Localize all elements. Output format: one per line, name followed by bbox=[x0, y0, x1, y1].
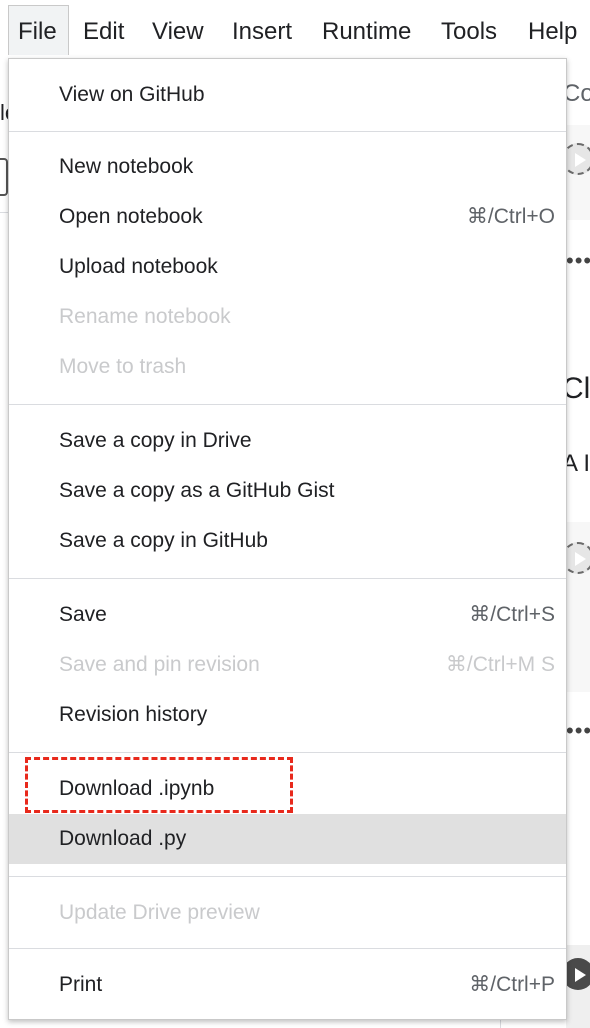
menu-item-download-ipynb[interactable]: Download .ipynb bbox=[9, 764, 566, 814]
menu-runtime[interactable]: Runtime bbox=[322, 18, 411, 46]
menu-item-save-copy-gist[interactable]: Save a copy as a GitHub Gist bbox=[9, 466, 566, 516]
menu-item-save-copy-github[interactable]: Save a copy in GitHub bbox=[9, 516, 566, 566]
play-icon bbox=[575, 968, 586, 982]
play-icon bbox=[575, 552, 586, 566]
menu-item-print[interactable]: Print ⌘/Ctrl+P bbox=[9, 960, 566, 1010]
menu-item-label: Download .py bbox=[59, 827, 187, 850]
content-fragment-top: Co bbox=[563, 80, 590, 107]
menu-edit[interactable]: Edit bbox=[83, 18, 124, 46]
file-menu-dropdown: View on GitHub New notebook Open noteboo… bbox=[8, 58, 567, 1020]
menu-separator bbox=[9, 948, 566, 949]
menu-help[interactable]: Help bbox=[528, 18, 577, 46]
menu-separator bbox=[9, 876, 566, 877]
menu-item-label: New notebook bbox=[59, 155, 194, 178]
menu-item-label: View on GitHub bbox=[59, 83, 205, 106]
menu-item-revision-history[interactable]: Revision history bbox=[9, 690, 566, 740]
menu-item-rename-notebook: Rename notebook bbox=[9, 292, 566, 342]
menu-item-view-on-github[interactable]: View on GitHub bbox=[9, 70, 566, 120]
play-icon bbox=[575, 153, 586, 167]
menu-bar: File Edit View Insert Runtime Tools Help bbox=[0, 0, 590, 60]
menu-item-label: Save a copy in GitHub bbox=[59, 529, 268, 552]
menu-item-new-notebook[interactable]: New notebook bbox=[9, 142, 566, 192]
menu-file-label: File bbox=[18, 18, 57, 45]
menu-item-label: Save bbox=[59, 603, 107, 626]
menu-item-shortcut: ⌘/Ctrl+M S bbox=[445, 653, 555, 676]
menu-item-save-copy-drive[interactable]: Save a copy in Drive bbox=[9, 416, 566, 466]
menu-item-shortcut: ⌘/Ctrl+S bbox=[469, 603, 555, 626]
notebook-left-divider bbox=[0, 212, 8, 213]
menu-insert[interactable]: Insert bbox=[232, 18, 292, 46]
menu-item-update-drive-preview: Update Drive preview bbox=[9, 888, 566, 938]
menu-item-open-notebook[interactable]: Open notebook ⌘/Ctrl+O bbox=[9, 192, 566, 242]
menu-item-label: Rename notebook bbox=[59, 305, 231, 328]
menu-item-label: Open notebook bbox=[59, 205, 203, 228]
menu-separator bbox=[9, 752, 566, 753]
menu-item-label: Save a copy in Drive bbox=[59, 429, 252, 452]
menu-item-label: Update Drive preview bbox=[59, 901, 260, 924]
menu-item-label: Save a copy as a GitHub Gist bbox=[59, 479, 335, 502]
menu-item-label: Download .ipynb bbox=[59, 777, 215, 800]
menu-item-label: Move to trash bbox=[59, 355, 187, 378]
menu-item-save-pin-revision: Save and pin revision ⌘/Ctrl+M S bbox=[9, 640, 566, 690]
cell-output-ellipsis[interactable]: ••• bbox=[566, 718, 590, 744]
menu-view[interactable]: View bbox=[152, 18, 204, 46]
menu-item-download-py[interactable]: Download .py bbox=[9, 814, 566, 864]
menu-item-shortcut: ⌘/Ctrl+P bbox=[469, 973, 555, 996]
menu-item-save[interactable]: Save ⌘/Ctrl+S bbox=[9, 590, 566, 640]
menu-separator bbox=[9, 131, 566, 132]
menu-item-label: Upload notebook bbox=[59, 255, 218, 278]
menu-separator bbox=[9, 404, 566, 405]
menu-item-move-to-trash: Move to trash bbox=[9, 342, 566, 392]
menu-tools[interactable]: Tools bbox=[441, 18, 497, 46]
menu-item-label: Save and pin revision bbox=[59, 653, 260, 676]
menu-item-label: Revision history bbox=[59, 703, 208, 726]
cell-output-ellipsis[interactable]: ••• bbox=[566, 248, 590, 274]
menu-file[interactable]: File bbox=[8, 5, 69, 55]
notebook-left-control bbox=[0, 158, 8, 196]
menu-separator bbox=[9, 578, 566, 579]
menu-item-shortcut: ⌘/Ctrl+O bbox=[466, 205, 555, 228]
menu-item-label: Print bbox=[59, 973, 103, 996]
menu-item-upload-notebook[interactable]: Upload notebook bbox=[9, 242, 566, 292]
